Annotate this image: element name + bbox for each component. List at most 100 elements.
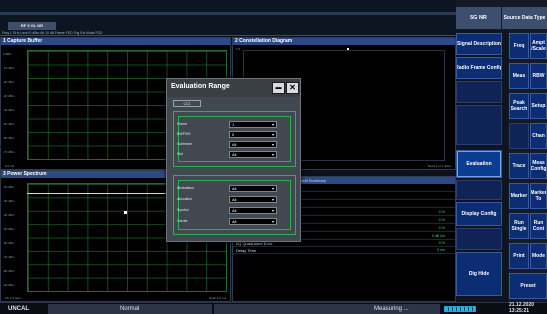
softkey-blank[interactable] [456, 105, 502, 145]
y-tick-label: -90 dBm [3, 283, 15, 287]
time: 13:25:21 [509, 307, 530, 314]
softkey-blank[interactable] [456, 180, 502, 200]
dropdown-value: All [232, 152, 237, 157]
chevron-down-icon: ▾ [271, 132, 274, 137]
x-start-label: 0.0 ms [5, 164, 15, 168]
modulation-dropdown[interactable]: All ▾ [229, 185, 277, 192]
softkey-blank[interactable] [456, 81, 502, 103]
field-label: Carrier [177, 219, 188, 223]
mode-header: 5G NR [456, 7, 501, 29]
frame-dropdown[interactable]: 1 ▾ [229, 121, 277, 128]
constellation-title: 2 Constellation Diagram [233, 38, 455, 45]
dropdown-value: All [232, 197, 237, 202]
setup-key[interactable]: Setup [530, 93, 547, 119]
uncal-indicator: UNCAL [8, 306, 29, 312]
signal-description-button[interactable]: Signal Description [456, 33, 502, 55]
y-tick-label: -30 dBm [3, 199, 15, 203]
chevron-down-icon: ▾ [271, 197, 274, 202]
constellation-scale: 1.5 [236, 47, 241, 51]
chevron-down-icon: ▾ [271, 122, 274, 127]
radio-frame-config-button[interactable]: Radio Frame Config [456, 57, 502, 79]
peak-search-key[interactable]: Peak Search [509, 93, 529, 119]
channel-tab[interactable]: RF 5 GL NR [8, 22, 56, 30]
y-tick-label: -50 dBm [3, 227, 15, 231]
row-value: 0 % [438, 218, 445, 222]
dropdown-value: All [232, 219, 237, 224]
clock: 21.12.2020 13:25:21 [509, 302, 534, 314]
display-config-button[interactable]: Display Config [456, 202, 502, 226]
dropdown-value: 1 [232, 122, 235, 127]
dropdown-value: 0 [232, 132, 235, 137]
y-tick-label: -70 dBm [3, 150, 15, 154]
spectrum-marker [124, 211, 127, 214]
row-value: 0 % [438, 241, 445, 245]
softkey-panel: 5G NR Source Data Type Signal Descriptio… [456, 0, 547, 302]
chevron-down-icon: ▾ [271, 208, 274, 213]
print-key[interactable]: Print [509, 243, 529, 269]
evaluation-range-dialog[interactable]: Evaluation Range ▬ ✕ CC1 Frame 1 ▾ BWP/SS… [166, 78, 301, 242]
preset-key[interactable]: Preset [509, 273, 547, 299]
y-tick-label: 0 dBm [3, 52, 12, 56]
measuring-status: Measuring ... [374, 306, 409, 312]
row-value: 0 ms [437, 248, 445, 252]
channel-header: RF 5 GL NR Freq 1 GHz Level 0 dBm Att 10… [0, 0, 456, 36]
chevron-down-icon: ▾ [271, 219, 274, 224]
run-cont-key[interactable]: Run Cont [530, 213, 547, 239]
slot-dropdown[interactable]: All ▾ [229, 151, 277, 158]
y-tick-label: -40 dBm [3, 213, 15, 217]
freq-key[interactable]: Freq [509, 33, 529, 59]
subframe-dropdown[interactable]: All ▾ [229, 141, 277, 148]
source-data-type-header[interactable]: Source Data Type [502, 7, 547, 29]
field-label: Frame [177, 122, 188, 126]
x-stop-label: Span 1.0 ms [209, 296, 226, 300]
status-bar: UNCAL Normal Measuring ... 21.12.2020 13… [0, 302, 547, 314]
frame-selection-group [173, 111, 296, 167]
carrier-dropdown[interactable]: All ▾ [229, 218, 277, 225]
dig-hide-button[interactable]: Dig Hide [456, 252, 502, 296]
dialog-title-bar[interactable]: Evaluation Range ▬ ✕ [167, 79, 300, 97]
field-label: Subframe [177, 142, 193, 146]
tab-cc1[interactable]: CC1 [173, 100, 201, 107]
minimize-button[interactable]: ▬ [272, 82, 285, 94]
pointer-arrow-icon [8, 144, 12, 150]
bwp-dropdown[interactable]: 0 ▾ [229, 131, 277, 138]
softkey-blank[interactable] [456, 228, 502, 250]
meas-config-key[interactable]: Meas Config [530, 153, 547, 179]
y-tick-label: -60 dBm [3, 136, 15, 140]
channel-info: Freq 1 GHz Level 0 dBm Att 10 dB Frame F… [2, 31, 103, 35]
constellation-point [347, 48, 349, 50]
allocation-group [173, 175, 296, 235]
close-button[interactable]: ✕ [286, 82, 299, 94]
row-value: 0 % [438, 210, 445, 214]
ampt-scale-key[interactable]: Ampt /Scale [530, 33, 547, 59]
mode-status: Normal [120, 306, 140, 312]
y-tick-label: -50 dBm [3, 122, 15, 126]
y-tick-label: -70 dBm [3, 255, 15, 259]
measurement-area: RF 5 GL NR Freq 1 GHz Level 0 dBm Att 10… [0, 0, 456, 302]
rbw-key[interactable]: RBW [530, 63, 547, 89]
run-single-key[interactable]: Run Single [509, 213, 529, 239]
symbol-dropdown[interactable]: All ▾ [229, 207, 277, 214]
y-tick-label: -10 dBm [3, 66, 15, 70]
field-label: Modulation [177, 186, 195, 190]
allocation-dropdown[interactable]: All ▾ [229, 196, 277, 203]
meas-key[interactable]: Meas [509, 63, 529, 89]
softkey-blank[interactable] [509, 123, 529, 149]
mode-key[interactable]: Mode [530, 243, 547, 269]
x-start-label: CF 1.0 GHz [5, 296, 21, 300]
progress-bar [444, 306, 476, 312]
row-value: 0 dB ms [431, 234, 445, 238]
evaluation-button[interactable]: Evaluation [456, 150, 502, 178]
dropdown-value: All [232, 208, 237, 213]
chan-key[interactable]: Chan [530, 123, 547, 149]
y-tick-label: -20 dBm [3, 185, 15, 189]
chevron-down-icon: ▾ [271, 186, 274, 191]
trace-key[interactable]: Trace [509, 153, 529, 179]
marker-to-key[interactable]: Marker To [530, 183, 547, 209]
y-tick-label: -80 dBm [3, 269, 15, 273]
y-tick-label: -20 dBm [3, 80, 15, 84]
field-label: Slot [177, 152, 184, 156]
field-label: Allocation [177, 197, 193, 201]
marker-key[interactable]: Marker [509, 183, 529, 209]
field-label: BWP/SS [177, 132, 191, 136]
